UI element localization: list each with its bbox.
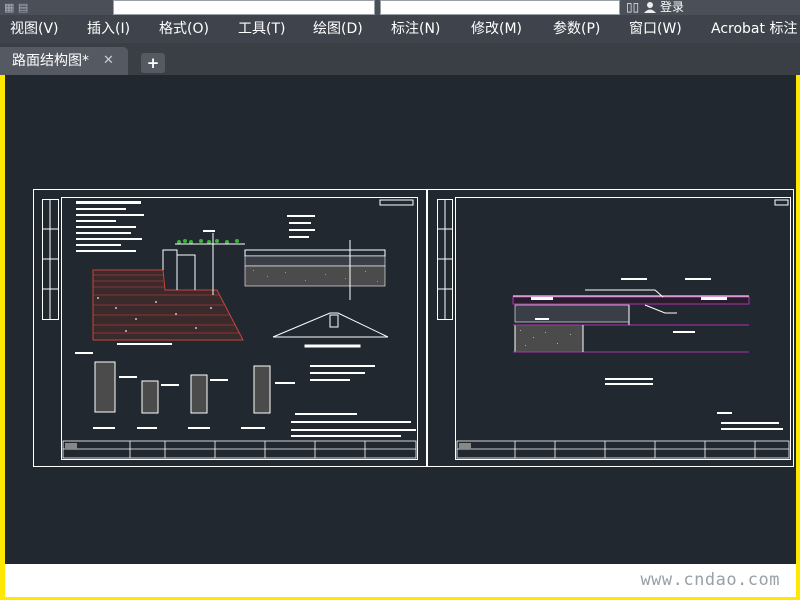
new-tab-button[interactable]: + [141,53,165,73]
title-tag-left [379,199,414,206]
menu-window[interactable]: 窗口(W) [629,15,682,43]
watermark-text: www.cndao.com [640,570,780,590]
sheet-frame-right [427,189,794,467]
pavement-section-left [244,215,386,300]
menu-insert[interactable]: 插入(I) [87,15,130,43]
title-block-left [62,440,417,459]
quick-access-icons[interactable]: ▦ ▤ [4,1,28,14]
side-stamp-left [42,199,59,320]
side-stamp-right [437,199,453,320]
tab-title: 路面结构图* [12,53,89,69]
user-icon[interactable] [644,1,656,13]
notes-block-left-lower [291,365,416,437]
menu-acrobat[interactable]: Acrobat 标注 [711,15,797,43]
menu-bar: 视图(V) 插入(I) 格式(O) 工具(T) 绘图(D) 标注(N) 修改(M… [0,15,800,43]
document-tab-bar: 路面结构图* ✕ + [0,43,800,75]
command-input[interactable] [113,0,375,15]
title-tag-right [774,199,789,206]
menu-dimension[interactable]: 标注(N) [391,15,440,43]
tab-road-structure[interactable]: 路面结构图* ✕ [0,47,128,75]
binoculars-icon[interactable]: ▯▯ [626,0,639,14]
title-block-right [456,440,790,459]
menu-draw[interactable]: 绘图(D) [313,15,363,43]
menu-modify[interactable]: 修改(M) [471,15,522,43]
menu-parameter[interactable]: 参数(P) [553,15,600,43]
menu-view[interactable]: 视图(V) [10,15,59,43]
notes-block-left [76,201,144,252]
sheet-border-right [455,197,791,460]
trench-sketch [272,312,389,348]
close-icon[interactable]: ✕ [103,47,114,75]
bottom-strip: www.cndao.com [5,564,796,597]
search-input[interactable] [380,0,620,15]
menu-format[interactable]: 格式(O) [159,15,209,43]
pile-details [75,352,295,429]
drawing-canvas[interactable] [5,75,796,564]
login-link[interactable]: 登录 [660,0,684,15]
cad-drawing [33,189,794,467]
pavement-section-right [512,278,783,430]
retaining-wall-section [92,230,245,345]
menu-tools[interactable]: 工具(T) [238,15,285,43]
top-toolbar-strip: ▦ ▤ ▯▯ 登录 [0,0,800,15]
